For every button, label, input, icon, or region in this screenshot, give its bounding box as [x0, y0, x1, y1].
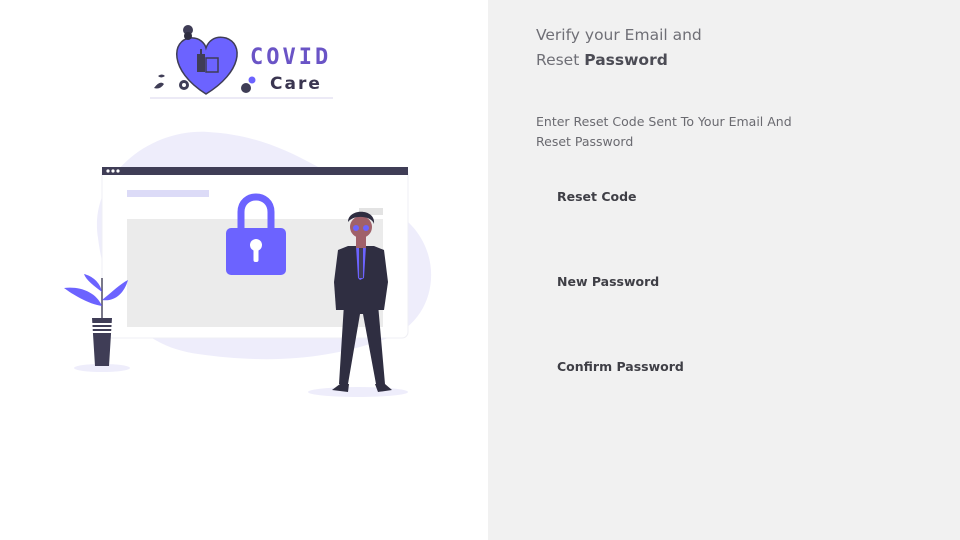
page-heading: Verify your Email and Reset Password	[536, 23, 702, 73]
new-password-input[interactable]	[557, 297, 921, 327]
heading-bold-word: Password	[584, 51, 668, 69]
confirm-password-label: Confirm Password	[557, 359, 684, 374]
page-subtitle: Enter Reset Code Sent To Your Email And …	[536, 114, 792, 149]
reset-code-input[interactable]	[557, 212, 921, 242]
heading-line-1: Verify your Email and	[536, 26, 702, 44]
confirm-password-input[interactable]	[557, 382, 921, 412]
new-password-label: New Password	[557, 274, 660, 289]
logo-word-care: Care	[270, 74, 322, 94]
heading-line-2: Reset Password	[536, 48, 702, 73]
right-panel	[488, 0, 960, 540]
left-panel: COVID Care	[0, 0, 488, 540]
heading-reset-word: Reset	[536, 51, 580, 69]
reset-code-label: Reset Code	[557, 189, 637, 204]
logo-word-covid: COVID	[250, 45, 332, 70]
covid-care-logo: COVID Care	[148, 18, 353, 102]
security-illustration	[64, 131, 432, 397]
